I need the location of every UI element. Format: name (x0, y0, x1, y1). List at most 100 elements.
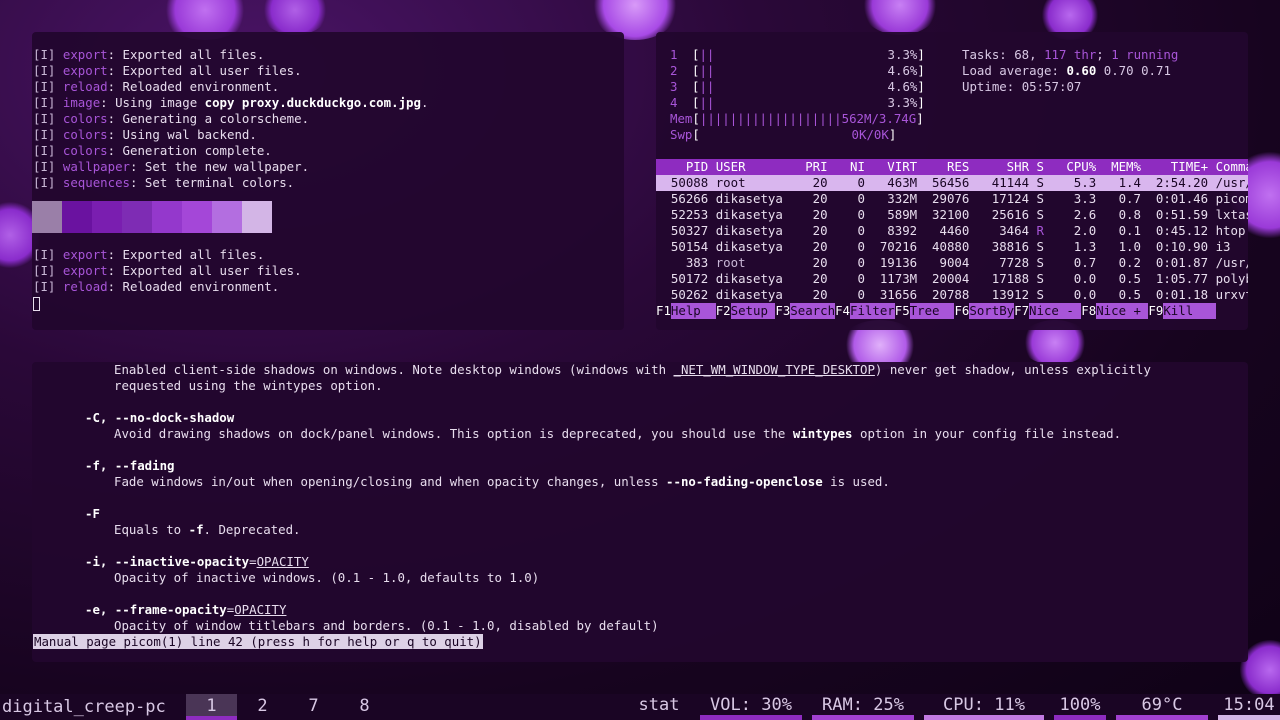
process-row[interactable]: 50088 root 20 0 463M 56456 41144 S 5.3 1… (656, 175, 1248, 191)
workspace-1[interactable]: 1 (186, 694, 237, 720)
fkey-number[interactable]: F2 (716, 303, 731, 319)
log-line: [I] image: Using image copy proxy.duckdu… (33, 95, 624, 111)
column-header[interactable]: VIRT (872, 159, 924, 174)
column-header[interactable]: S (1037, 159, 1059, 174)
fkey-label[interactable]: Search (790, 303, 836, 319)
log-tag: [I] (33, 47, 56, 62)
log-line: [I] export: Exported all user files. (33, 63, 624, 79)
bar-module: stat (628, 694, 690, 720)
log-line: [I] export: Exported all files. (33, 247, 624, 263)
process-cell: S (1036, 255, 1059, 270)
wal-terminal[interactable]: [I] export: Exported all files. [I] expor… (32, 32, 624, 330)
color-swatch (92, 201, 122, 233)
htop-terminal[interactable]: 1 [|| 3.3%] 2 [|| 4.6%] 3 [|| 4.6%] 4 [|| 3.3%] Mem… (656, 32, 1248, 330)
workspace-list: 1278 (186, 694, 390, 720)
bar-module-underline (1116, 715, 1208, 720)
workspace-8[interactable]: 8 (339, 694, 390, 720)
process-cell: root (715, 175, 798, 190)
color-swatch (62, 201, 92, 233)
fkey-number[interactable]: F5 (895, 303, 910, 319)
terminal-prompt[interactable] (32, 295, 624, 311)
process-cell: 32100 (924, 207, 977, 222)
bar-modules: stat VOL: 30% RAM: 25% CPU: 11% 100% 69°C 15:0… (628, 694, 1280, 720)
fkey-number[interactable]: F8 (1081, 303, 1096, 319)
fkey-number[interactable]: F3 (775, 303, 790, 319)
log-module: sequences (62, 175, 130, 190)
process-cell: dikasetya (715, 223, 798, 238)
fkey-label[interactable]: Setup (730, 303, 776, 319)
process-cell: 0.5 (1103, 271, 1149, 286)
fkey-label[interactable]: Filter (849, 303, 895, 319)
log-text: : Set terminal colors. (130, 175, 295, 190)
process-cell: i3 (1215, 239, 1231, 254)
fkey-label[interactable]: Help (670, 303, 716, 319)
log-tag: [I] (33, 279, 56, 294)
column-header[interactable]: MEM% (1104, 159, 1149, 174)
process-cell: 20004 (924, 271, 977, 286)
fkey-label[interactable]: Nice + (1096, 303, 1149, 319)
fkey-label[interactable]: Nice - (1029, 303, 1082, 319)
fkey-number[interactable]: F4 (835, 303, 850, 319)
hostname: digital_creep-pc (2, 697, 166, 717)
log-module: wallpaper (62, 159, 130, 174)
color-swatch (152, 201, 182, 233)
process-row[interactable]: 50262 dikasetya 20 0 31656 20788 13912 S… (656, 287, 1248, 303)
workspace-2[interactable]: 2 (237, 694, 288, 720)
log-module: reload (62, 79, 108, 94)
process-cell: 0 (835, 287, 873, 302)
fkey-label[interactable]: SortBy (969, 303, 1015, 319)
text-cursor (33, 296, 40, 311)
process-row[interactable]: 50154 dikasetya 20 0 70216 40880 38816 S… (656, 239, 1248, 255)
process-row[interactable]: 50327 dikasetya 20 0 8392 4460 3464 R 2.… (656, 223, 1248, 239)
column-header[interactable]: NI (835, 159, 872, 174)
fkey-label[interactable]: Tree (909, 303, 955, 319)
process-cell: 0 (835, 175, 873, 190)
process-cell: 4460 (924, 223, 977, 238)
log-line: [I] export: Exported all user files. (33, 263, 624, 279)
man-option: -e, --frame-opacity=OPACITY (85, 602, 287, 617)
process-cell: 2:54.20 (1148, 175, 1216, 190)
column-header[interactable]: PRI (798, 159, 835, 174)
bar-module: 15:04 (1218, 694, 1280, 720)
process-cell: 1.4 (1103, 175, 1149, 190)
process-cell: 383 (656, 255, 716, 270)
process-row[interactable]: 383 root 20 0 19136 9004 7728 S 0.7 0.2 … (656, 255, 1248, 271)
fkey-number[interactable]: F6 (954, 303, 969, 319)
process-row[interactable]: 56266 dikasetya 20 0 332M 29076 17124 S … (656, 191, 1248, 207)
log-tag: [I] (33, 63, 56, 78)
fkey-label[interactable]: Kill (1163, 303, 1216, 319)
process-cell: 0:01.46 (1148, 191, 1216, 206)
process-cell: 20788 (924, 287, 977, 302)
column-header[interactable]: SHR (977, 159, 1037, 174)
process-cell: 589M (872, 207, 925, 222)
process-cell: S (1036, 239, 1059, 254)
process-row[interactable]: 50172 dikasetya 20 0 1173M 20004 17188 S… (656, 271, 1248, 287)
column-header[interactable]: PID (656, 159, 716, 174)
man-terminal[interactable]: Enabled client-side shadows on windows. … (32, 362, 1248, 662)
process-cell: dikasetya (715, 271, 798, 286)
fkey-number[interactable]: F1 (656, 303, 671, 319)
meter-bracket: ] (917, 79, 925, 94)
column-header[interactable]: USER (716, 159, 798, 174)
cpu-number: 2 (670, 63, 678, 78)
fkey-number[interactable]: F7 (1014, 303, 1029, 319)
cpu-number: 1 (670, 47, 678, 62)
man-option: -F (85, 506, 100, 521)
process-table[interactable]: 50088 root 20 0 463M 56456 41144 S 5.3 1… (656, 175, 1248, 303)
log-module: colors (62, 111, 108, 126)
process-row[interactable]: 52253 dikasetya 20 0 589M 32100 25616 S … (656, 207, 1248, 223)
column-header[interactable]: Command (1216, 159, 1248, 174)
cpu-meter: 1 [|| 3.3%] (670, 47, 952, 63)
fkey-number[interactable]: F9 (1148, 303, 1163, 319)
workspace-7[interactable]: 7 (288, 694, 339, 720)
color-swatch (242, 201, 272, 233)
column-header[interactable]: CPU% (1059, 159, 1104, 174)
log-text: : Generation complete. (107, 143, 272, 158)
function-key-bar[interactable]: F1 Help F2 Setup F3 Search F4 Filter F5 Tree F6… (656, 303, 1248, 319)
column-header[interactable]: TIME+ (1148, 159, 1215, 174)
process-table-header[interactable]: PID USER PRI NI VIRT RES SHR S CPU% MEM%… (656, 159, 1248, 175)
column-header[interactable]: RES (925, 159, 977, 174)
log-line: [I] reload: Reloaded environment. (33, 79, 624, 95)
process-cell: 5.3 (1058, 175, 1104, 190)
status-bar: digital_creep-pc 1278 stat VOL: 30% RAM: 2… (0, 694, 1280, 720)
